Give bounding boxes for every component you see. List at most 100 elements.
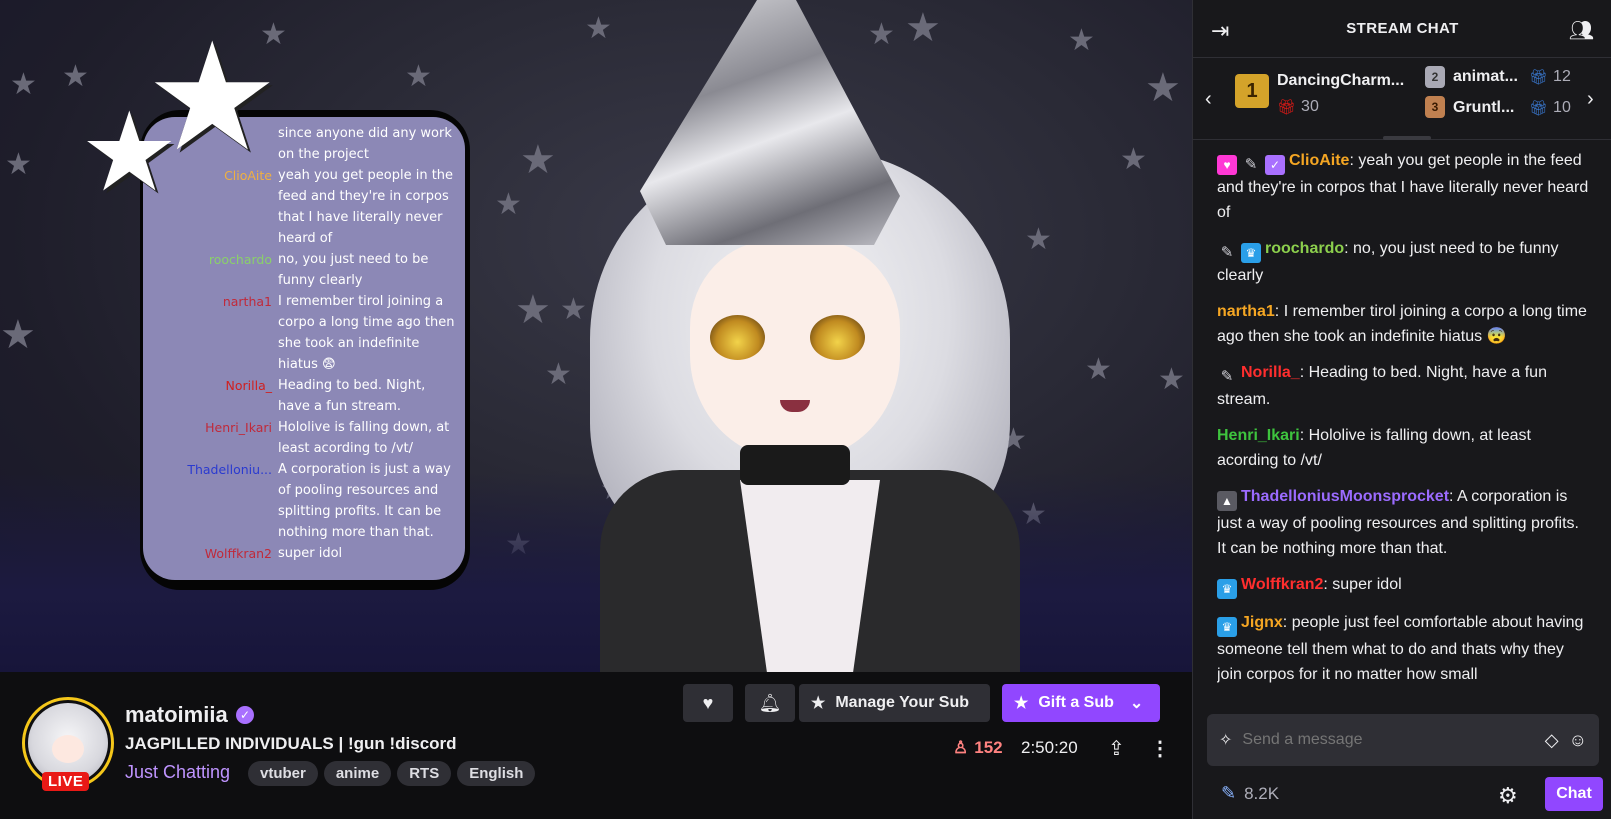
overlay-chat-message: roochardo no, you just need to be funny c…	[143, 249, 455, 291]
chat-badge-icon[interactable]: ▲	[1217, 491, 1237, 511]
chevron-right-icon[interactable]: ›	[1587, 88, 1594, 111]
gift-leaderboard: ‹ 1 DancingCharm... 🎁︎ 30 2 animat... 🎁︎ 1…	[1193, 58, 1611, 140]
chat-badge-icon[interactable]: ♛	[1217, 617, 1237, 637]
bg-star-icon: ★	[405, 60, 432, 93]
leaderboard-name-1[interactable]: DancingCharm...	[1277, 72, 1425, 90]
bg-star-icon: ★	[520, 138, 556, 182]
manage-sub-button[interactable]: ★ Manage Your Sub	[799, 684, 990, 722]
bg-star-icon: ★	[0, 313, 36, 357]
star-icon: ★	[811, 695, 826, 712]
overlay-chat-username: nartha1	[222, 294, 272, 309]
chat-badge-icon[interactable]: ✎	[1241, 155, 1261, 175]
tag[interactable]: vtuber	[248, 761, 318, 786]
stream-title: JAGPILLED INDIVIDUALS | !gun !discord	[125, 734, 457, 753]
gift-rank-3-icon: 3	[1425, 96, 1445, 118]
chat-badge-icon[interactable]: ✎	[1217, 367, 1237, 387]
chat-separator: :	[1323, 576, 1333, 593]
video-player[interactable]: ★ ★ ★ ★ ★ ★ ★ ★ ★ ★ ★ ★ ★ ★ ★ ★ ★ ★ ★ ★ …	[0, 0, 1192, 672]
chat-message: ✎ ♛ roochardo: no, you just need to be fun…	[1217, 236, 1592, 288]
tag[interactable]: English	[457, 761, 536, 786]
chat-badge-icon[interactable]: ✎	[1217, 243, 1237, 263]
emoji-icon[interactable]: ☺	[1569, 730, 1587, 751]
chat-badge-icon[interactable]: ♥	[1217, 155, 1237, 175]
chat-send-button[interactable]: Chat	[1545, 777, 1603, 811]
notifications-button[interactable]: 🔔︎	[745, 684, 795, 722]
chat-badge-icon[interactable]: ♛	[1241, 243, 1261, 263]
bg-star-icon: ★	[545, 358, 572, 391]
bg-star-icon: ★	[1025, 223, 1052, 256]
collapse-chat-icon[interactable]: ⇥	[1211, 18, 1229, 44]
share-icon[interactable]: ⇪	[1108, 736, 1125, 761]
tag[interactable]: anime	[323, 761, 392, 786]
vtuber-choker	[740, 445, 850, 485]
bg-star-icon: ★	[5, 148, 32, 181]
star-icon: ★	[1014, 695, 1029, 712]
bg-star-icon: ★	[868, 18, 895, 51]
overlay-chat-username: Wolffkran2	[204, 546, 272, 561]
gift-rank-2-icon: 2	[1425, 66, 1445, 88]
overlay-chat-message: Wolffkran2 super idol	[143, 543, 455, 564]
chat-header: ⇥ STREAM CHAT 👥︎	[1193, 0, 1611, 58]
chat-message: ▲ ThadelloniusMoonsprocket: A corporation…	[1217, 484, 1592, 561]
chat-badge-icon[interactable]: ✓	[1265, 155, 1285, 175]
chat-username[interactable]: Norilla_	[1241, 364, 1300, 381]
overlay-chat-text: yeah you get people in the feed and they…	[278, 168, 454, 246]
chat-message-input[interactable]	[1242, 731, 1535, 749]
chat-separator: :	[1449, 488, 1458, 505]
bg-star-icon: ★	[1068, 24, 1095, 57]
chat-panel: ⇥ STREAM CHAT 👥︎ ‹ 1 DancingCharm... 🎁︎ 3…	[1192, 0, 1611, 819]
chat-input-box[interactable]: ✧ ◇ ☺	[1207, 714, 1599, 766]
chevron-left-icon[interactable]: ‹	[1205, 88, 1212, 111]
chat-username[interactable]: Jignx	[1241, 614, 1283, 631]
avatar-image	[28, 703, 108, 783]
channel-name[interactable]: matoimiia	[125, 702, 228, 728]
chat-username[interactable]: Henri_Ikari	[1217, 427, 1300, 444]
person-icon: ♙	[953, 738, 969, 757]
chat-badge-icon[interactable]: ♛	[1217, 579, 1237, 599]
chat-message: ♛ Jignx: people just feel comfortable abo…	[1217, 610, 1592, 687]
gift-icon: 🎁︎	[1529, 69, 1549, 86]
gift-sub-button[interactable]: ★ Gift a Sub ⌄	[1002, 684, 1160, 722]
chat-username[interactable]: ClioAite	[1289, 152, 1349, 169]
viewer-count-value: 152	[974, 738, 1003, 757]
vtuber-right-eye	[810, 315, 865, 360]
gift-icon: 🎁︎	[1277, 99, 1297, 116]
channel-points[interactable]: ✎ 8.2K	[1221, 783, 1279, 804]
overlay-chat-username: roochardo	[208, 252, 272, 267]
chat-message: ♥ ✎ ✓ ClioAite: yeah you get people in the …	[1217, 148, 1592, 225]
heart-icon: ♥	[702, 692, 714, 713]
gear-icon[interactable]: ⚙	[1498, 783, 1518, 809]
chat-message: ♛ Wolffkran2: super idol	[1217, 572, 1592, 599]
chat-separator: :	[1299, 427, 1309, 444]
chat-message: Henri_Ikari: Hololive is falling down, a…	[1217, 423, 1592, 473]
leaderboard-count-2: 🎁︎ 12	[1529, 68, 1571, 86]
tag[interactable]: RTS	[397, 761, 452, 786]
follow-button[interactable]: ♥	[683, 684, 733, 722]
leaderboard-count-1: 🎁︎ 30	[1277, 98, 1319, 116]
overlay-chat-username: Norilla_	[225, 378, 272, 393]
gift-sub-label: Gift a Sub	[1038, 694, 1114, 711]
chat-separator: :	[1344, 240, 1354, 257]
category-link[interactable]: Just Chatting	[125, 762, 230, 783]
bits-icon[interactable]: ◇	[1545, 730, 1559, 751]
decor-star-icon: ★	[80, 91, 179, 214]
overlay-chat-message: Thadelloniu... A corporation is just a wa…	[143, 459, 455, 543]
chat-username[interactable]: ThadelloniusMoonsprocket	[1241, 488, 1449, 505]
vtuber-left-eye	[710, 315, 765, 360]
community-icon[interactable]: 👥︎	[1569, 18, 1594, 43]
leaderboard-collapse-handle[interactable]	[1383, 136, 1431, 140]
chat-separator: :	[1282, 614, 1292, 631]
chat-username[interactable]: roochardo	[1265, 240, 1344, 257]
chevron-down-icon: ⌄	[1129, 695, 1144, 712]
overlay-chat-text: Heading to bed. Night, have a fun stream…	[278, 378, 426, 414]
overlay-chat-message: Norilla_ Heading to bed. Night, have a fu…	[143, 375, 455, 417]
chat-username[interactable]: nartha1	[1217, 303, 1275, 320]
more-options-icon[interactable]: ⋮	[1150, 736, 1170, 761]
bg-star-icon: ★	[585, 12, 612, 45]
bell-icon: 🔔︎	[758, 692, 782, 713]
bg-star-icon: ★	[905, 6, 941, 50]
bg-star-icon: ★	[1158, 363, 1185, 396]
overlay-chat-text: super idol	[278, 546, 343, 561]
emote-icon[interactable]: ✧	[1219, 730, 1232, 750]
chat-username[interactable]: Wolffkran2	[1241, 576, 1323, 593]
